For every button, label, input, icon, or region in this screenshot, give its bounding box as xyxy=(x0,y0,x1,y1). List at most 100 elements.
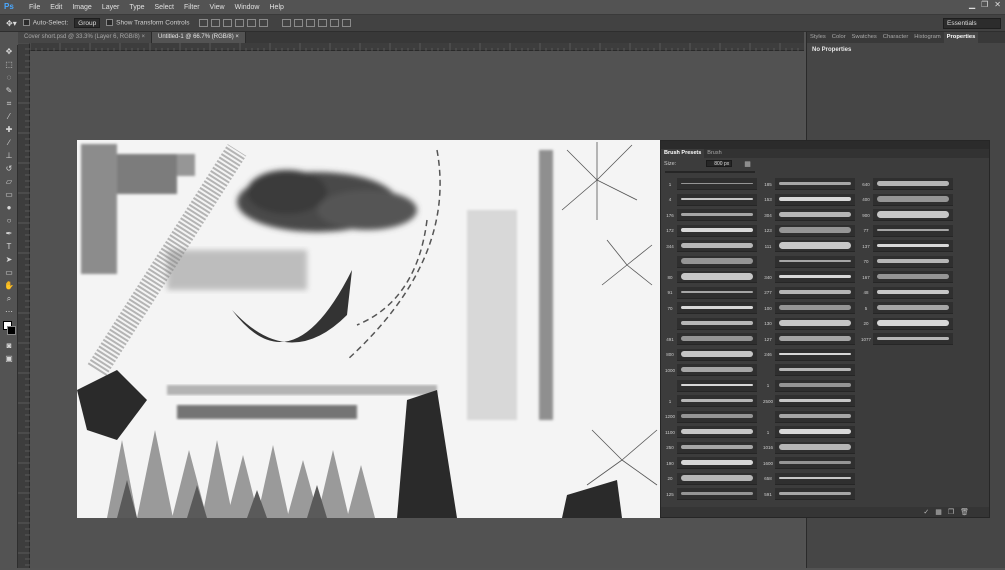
marquee-tool-icon[interactable]: ⬚ xyxy=(2,59,16,71)
path-select-tool-icon[interactable]: ➤ xyxy=(2,254,16,266)
zoom-tool-icon[interactable]: ⌕ xyxy=(2,293,16,305)
brush-preset-item[interactable]: 1016 xyxy=(761,441,857,455)
workspace-dropdown[interactable]: Essentials xyxy=(943,18,1001,29)
brush-preset-item[interactable]: 640 xyxy=(859,177,955,191)
brush-preset-item[interactable] xyxy=(663,379,759,393)
crop-tool-icon[interactable]: ⌗ xyxy=(2,98,16,110)
auto-select-checkbox[interactable] xyxy=(22,19,30,27)
move-tool-icon[interactable]: ✥ xyxy=(2,46,16,58)
brush-preset-item[interactable]: 1 xyxy=(761,425,857,439)
new-preset-icon[interactable]: ❐ xyxy=(948,508,954,516)
brush-preset-item[interactable]: 1077 xyxy=(859,332,955,346)
brush-preset-item[interactable]: 900 xyxy=(859,208,955,222)
minimize-icon[interactable]: ▁ xyxy=(969,0,975,9)
color-swatches[interactable] xyxy=(2,320,16,338)
lasso-tool-icon[interactable]: ◌ xyxy=(2,72,16,84)
align-hcenter-icon[interactable] xyxy=(247,19,257,27)
brush-preset-item[interactable] xyxy=(761,363,857,377)
auto-select-dropdown[interactable]: Group xyxy=(74,18,101,28)
doc-tab-untitled-1[interactable]: Untitled-1 @ 66.7% (RGB/8) × xyxy=(151,32,246,43)
brush-preset-item[interactable]: 1600 xyxy=(761,456,857,470)
quick-select-tool-icon[interactable]: ✎ xyxy=(2,85,16,97)
panel-header[interactable] xyxy=(661,141,989,149)
menu-select[interactable]: Select xyxy=(150,4,179,11)
brush-preset-item[interactable]: 591 xyxy=(761,487,857,501)
brush-preset-item[interactable]: 400 xyxy=(859,193,955,207)
brush-preset-item[interactable]: 127 xyxy=(761,332,857,346)
background-color[interactable] xyxy=(7,326,16,335)
tab-brush-presets[interactable]: Brush Presets xyxy=(661,149,705,158)
brush-preset-item[interactable]: 48 xyxy=(859,286,955,300)
tab-brush[interactable]: Brush xyxy=(704,149,724,158)
brush-preset-item[interactable]: 190 xyxy=(663,456,759,470)
align-bottom-icon[interactable] xyxy=(223,19,233,27)
menu-filter[interactable]: Filter xyxy=(179,4,205,11)
restore-icon[interactable]: ❐ xyxy=(981,0,988,9)
horizontal-ruler[interactable] xyxy=(29,43,804,51)
document-canvas[interactable] xyxy=(77,140,661,518)
align-vcenter-icon[interactable] xyxy=(211,19,221,27)
brush-preset-item[interactable]: 20 xyxy=(663,472,759,486)
brush-preset-item[interactable]: 100 xyxy=(761,301,857,315)
brush-preset-item[interactable] xyxy=(663,255,759,269)
quick-mask-icon[interactable]: ◙ xyxy=(2,340,16,352)
brush-preset-item[interactable]: 167 xyxy=(859,270,955,284)
brush-preset-item[interactable]: 153 xyxy=(761,193,857,207)
align-top-icon[interactable] xyxy=(199,19,209,27)
tab-histogram[interactable]: Histogram xyxy=(911,32,943,43)
brush-preset-item[interactable] xyxy=(761,255,857,269)
show-transform-checkbox[interactable] xyxy=(106,19,114,27)
size-slider[interactable] xyxy=(665,171,755,173)
pen-tool-icon[interactable]: ✒ xyxy=(2,228,16,240)
brush-preset-item[interactable]: 4 xyxy=(663,193,759,207)
brush-panel-icon[interactable]: ▦ xyxy=(935,508,942,516)
more-tools-icon[interactable]: ⋯ xyxy=(2,306,16,318)
hand-tool-icon[interactable]: ✋ xyxy=(2,280,16,292)
align-right-icon[interactable] xyxy=(259,19,269,27)
brush-preset-item[interactable]: 1000 xyxy=(663,363,759,377)
delete-icon[interactable]: 🗑 xyxy=(960,508,969,516)
stamp-tool-icon[interactable]: ⊥ xyxy=(2,150,16,162)
brush-preset-item[interactable]: 5 xyxy=(859,301,955,315)
brush-preset-item[interactable]: 111 xyxy=(761,239,857,253)
distribute-left-icon[interactable] xyxy=(318,19,328,27)
blur-tool-icon[interactable]: ● xyxy=(2,202,16,214)
brush-preset-item[interactable]: 70 xyxy=(663,301,759,315)
brush-preset-item[interactable]: 2500 xyxy=(761,394,857,408)
brush-preset-item[interactable]: 1200 xyxy=(663,410,759,424)
distribute-hcenter-icon[interactable] xyxy=(330,19,340,27)
distribute-top-icon[interactable] xyxy=(282,19,292,27)
screen-mode-icon[interactable]: ▣ xyxy=(2,353,16,365)
brush-preset-item[interactable]: 176 xyxy=(663,208,759,222)
size-input[interactable]: 800 px xyxy=(706,160,733,167)
brush-preset-item[interactable]: 70 xyxy=(859,255,955,269)
menu-image[interactable]: Image xyxy=(67,4,96,11)
align-left-icon[interactable] xyxy=(235,19,245,27)
gradient-tool-icon[interactable]: ▭ xyxy=(2,189,16,201)
brush-preset-item[interactable]: 1 xyxy=(663,394,759,408)
brush-preset-item[interactable]: 91 xyxy=(663,286,759,300)
tab-color[interactable]: Color xyxy=(829,32,849,43)
doc-tab-cover-short[interactable]: Cover short.psd @ 33.3% (Layer 6, RGB/8)… xyxy=(18,32,152,43)
shape-tool-icon[interactable]: ▭ xyxy=(2,267,16,279)
brush-preset-item[interactable]: 20 xyxy=(859,317,955,331)
brush-preset-item[interactable]: 1 xyxy=(761,379,857,393)
menu-window[interactable]: Window xyxy=(230,4,265,11)
brush-preset-item[interactable]: 172 xyxy=(663,224,759,238)
brush-preset-item[interactable]: 277 xyxy=(761,286,857,300)
brush-preset-item[interactable]: 1100 xyxy=(663,425,759,439)
dodge-tool-icon[interactable]: ○ xyxy=(2,215,16,227)
brush-panel-toggle-icon[interactable]: ▦ xyxy=(744,160,751,168)
tab-character[interactable]: Character xyxy=(880,32,911,43)
menu-help[interactable]: Help xyxy=(265,4,289,11)
brush-preset-item[interactable]: 344 xyxy=(663,239,759,253)
close-icon[interactable]: ✕ xyxy=(994,0,1001,9)
vertical-ruler[interactable] xyxy=(18,42,30,568)
history-brush-tool-icon[interactable]: ↺ xyxy=(2,163,16,175)
brush-preset-item[interactable]: 340 xyxy=(761,270,857,284)
distribute-vcenter-icon[interactable] xyxy=(294,19,304,27)
brush-preset-item[interactable]: 304 xyxy=(761,208,857,222)
brush-preset-item[interactable] xyxy=(761,410,857,424)
brush-preset-item[interactable]: 658 xyxy=(761,472,857,486)
toggle-brush-icon[interactable]: ✓ xyxy=(923,508,929,516)
